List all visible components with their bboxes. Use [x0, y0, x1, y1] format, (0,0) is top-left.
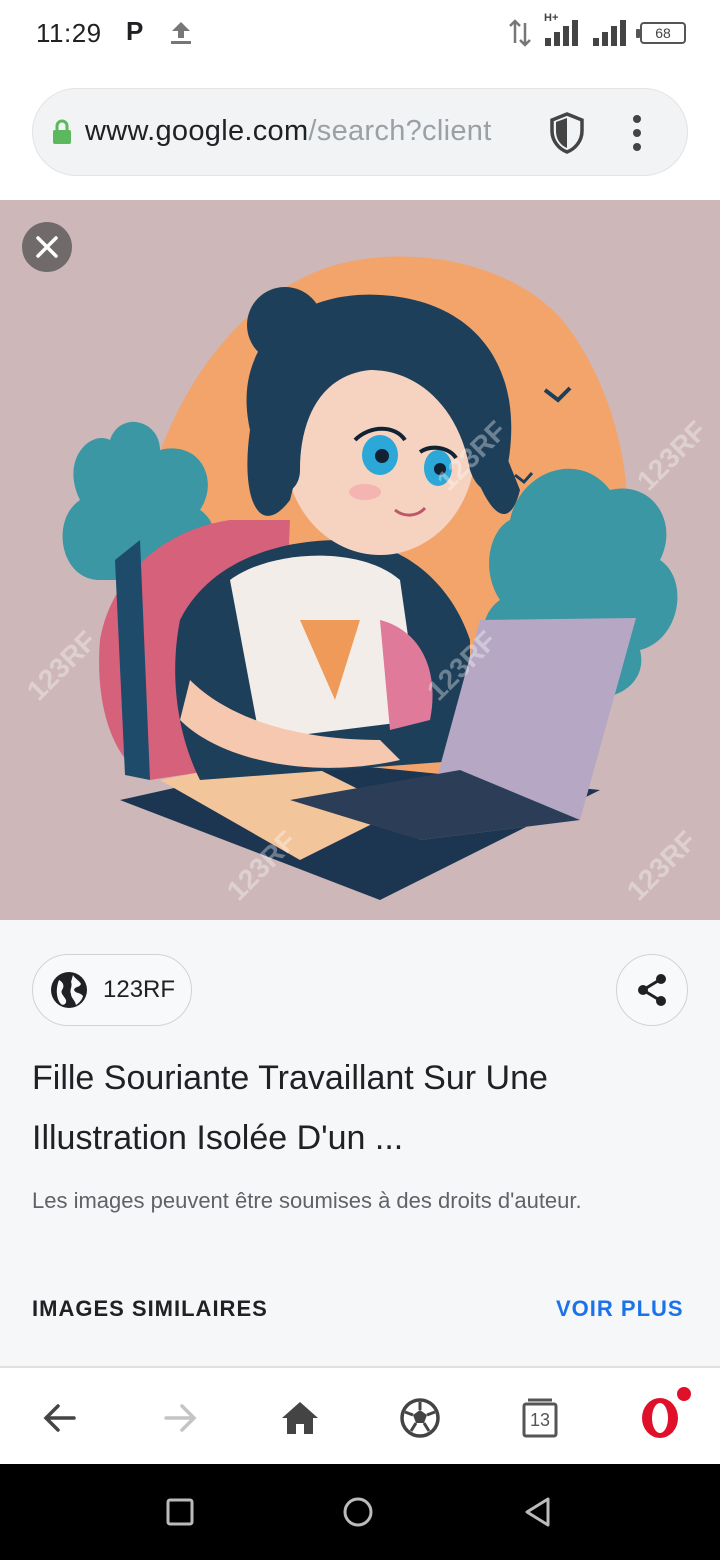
carrier-icon: P: [126, 16, 144, 46]
url-domain: www.google.com: [85, 115, 309, 147]
tabs-button[interactable]: 13: [518, 1396, 562, 1440]
globe-icon: [51, 972, 87, 1008]
image-preview[interactable]: 123RF 123RF 123RF 123RF 123RF 123RF: [0, 200, 720, 920]
browser-toolbar: 13: [0, 1366, 720, 1464]
status-indicators: H+ 68: [508, 12, 686, 50]
recent-apps-icon[interactable]: [164, 1496, 196, 1528]
forward-icon[interactable]: [158, 1396, 202, 1440]
battery-icon: 68: [636, 22, 686, 44]
see-more-link[interactable]: VOIR PLUS: [556, 1296, 684, 1322]
back-icon[interactable]: [38, 1396, 82, 1440]
image-info-panel: 123RF Fille Souriante Travaillant Sur Un…: [0, 920, 720, 1366]
close-button[interactable]: [22, 222, 72, 272]
more-options-icon[interactable]: [627, 113, 647, 153]
url-text[interactable]: www.google.com/search?client: [85, 115, 535, 148]
opera-menu-button[interactable]: [638, 1386, 694, 1442]
source-label: 123RF: [103, 976, 176, 1003]
soccer-ball-icon[interactable]: [398, 1396, 442, 1440]
opera-logo-icon: [642, 1387, 691, 1438]
share-icon: [638, 974, 666, 1006]
url-path: /search?client: [308, 115, 492, 147]
source-chip[interactable]: 123RF: [32, 954, 192, 1026]
image-title[interactable]: Fille Souriante Travaillant Sur Une Illu…: [32, 1048, 692, 1168]
back-triangle-icon[interactable]: [522, 1496, 554, 1528]
share-button[interactable]: [616, 954, 688, 1026]
signal-icon: [593, 20, 626, 46]
home-icon[interactable]: [278, 1396, 322, 1440]
home-circle-icon[interactable]: [342, 1496, 374, 1528]
status-time: 11:29: [36, 18, 102, 48]
similar-images-heading: IMAGES SIMILAIRES: [32, 1296, 268, 1321]
signal-h-plus-icon: H+: [544, 12, 580, 48]
lock-icon: [53, 119, 71, 144]
shield-icon[interactable]: [547, 111, 587, 155]
tabs-count: 13: [529, 1409, 551, 1430]
status-bar: 11:29 P H+ 68: [0, 0, 720, 66]
illustration-image: [62, 256, 678, 900]
data-arrows-icon: [509, 19, 531, 47]
upload-icon: [171, 22, 191, 44]
system-navigation-bar: [0, 1464, 720, 1560]
address-bar[interactable]: www.google.com/search?client: [32, 88, 688, 176]
close-icon: [36, 236, 58, 258]
copyright-notice: Les images peuvent être soumises à des d…: [32, 1188, 582, 1213]
battery-level: 68: [655, 25, 671, 41]
